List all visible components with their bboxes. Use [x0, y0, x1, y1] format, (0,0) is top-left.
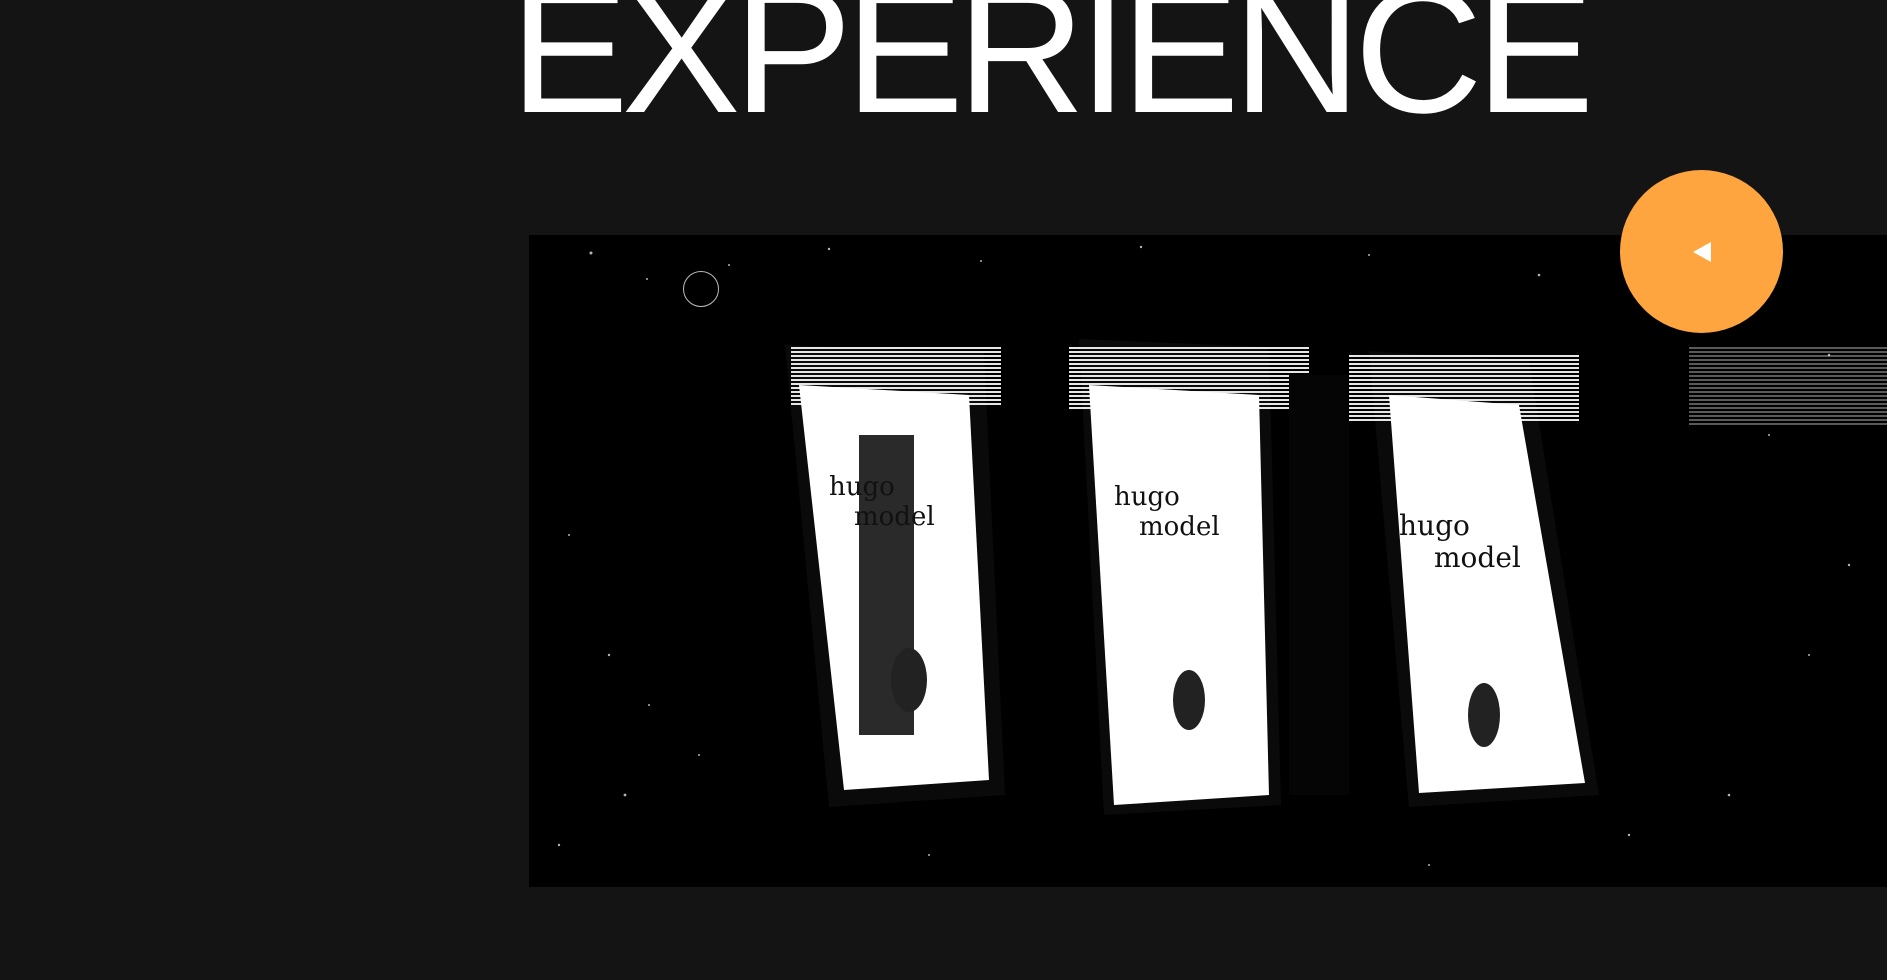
phone-middle: hugo model	[1069, 339, 1349, 815]
phone-right-label-2: model	[1434, 541, 1521, 574]
glitch-streak	[1689, 345, 1887, 425]
phone-middle-label-1: hugo	[1114, 482, 1180, 512]
phone-right-label-1: hugo	[1399, 509, 1470, 542]
phone-right: hugo model	[1349, 351, 1599, 807]
section-heading: EXPERIENCE	[510, 0, 1594, 150]
phone-left: hugo model	[785, 345, 1005, 807]
cursor-ring	[683, 271, 719, 307]
play-button[interactable]	[1620, 170, 1783, 333]
video-player[interactable]: hugo model hugo model hugo model	[529, 235, 1887, 887]
phone-left-label-1: hugo	[829, 472, 895, 502]
phone-left-label-2: model	[854, 502, 935, 532]
video-frame-visual: hugo model hugo model hugo model	[557, 245, 1887, 866]
triangle-left-icon	[1692, 241, 1711, 262]
phone-middle-label-2: model	[1139, 512, 1220, 542]
